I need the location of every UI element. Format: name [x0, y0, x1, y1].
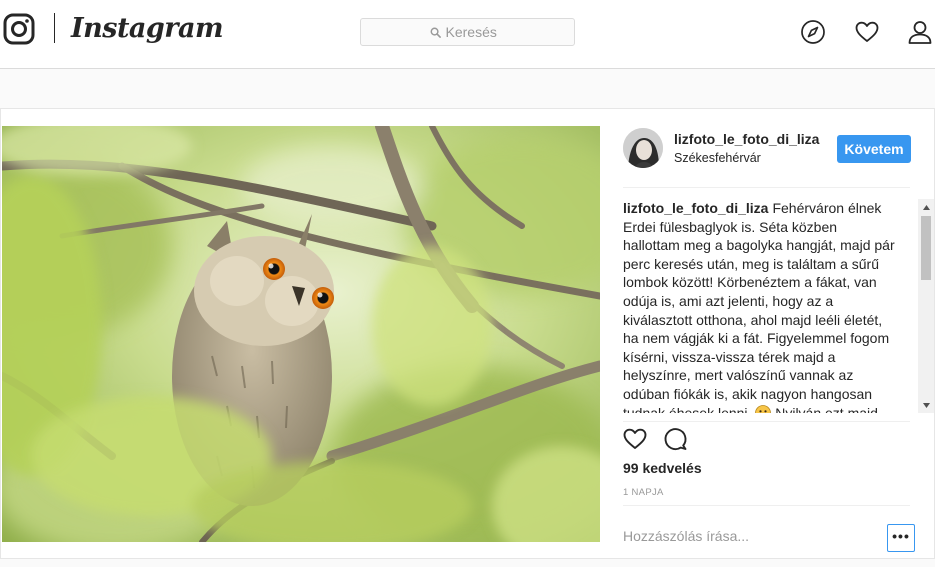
- actions-divider: [623, 421, 910, 422]
- brand-wordmark[interactable]: Instagram: [71, 12, 224, 46]
- top-nav: Instagram: [0, 0, 935, 69]
- likes-count[interactable]: 99 kedvelés: [623, 460, 702, 476]
- scroll-down-arrow-icon[interactable]: [918, 397, 934, 413]
- more-dots-icon: •••: [892, 527, 910, 544]
- instagram-logo-icon[interactable]: [3, 13, 35, 45]
- profile-icon[interactable]: [907, 19, 933, 45]
- comment-input[interactable]: [623, 524, 863, 550]
- post-photo-owl[interactable]: [2, 126, 600, 542]
- header-divider: [623, 187, 910, 188]
- comment-divider: [623, 505, 910, 506]
- caption-text: Fehérváron élnek Erdei fülesbaglyok is. …: [623, 200, 895, 413]
- comment-icon[interactable]: [662, 426, 688, 452]
- logo-divider: [54, 13, 55, 43]
- heart-icon[interactable]: [854, 19, 880, 45]
- search-box[interactable]: [360, 18, 575, 46]
- post-username[interactable]: lizfoto_le_foto_di_liza: [674, 131, 819, 147]
- post: lizfoto_le_foto_di_liza Székesfehérvár K…: [0, 108, 935, 559]
- avatar[interactable]: [623, 128, 663, 168]
- scrollbar-thumb[interactable]: [921, 216, 931, 280]
- caption: lizfoto_le_foto_di_liza Fehérváron élnek …: [623, 199, 895, 413]
- caption-scroll-area[interactable]: lizfoto_le_foto_di_liza Fehérváron élnek …: [623, 199, 910, 413]
- post-header: lizfoto_le_foto_di_liza Székesfehérvár K…: [600, 109, 935, 187]
- smile-emoji-icon: [755, 404, 772, 413]
- caption-username[interactable]: lizfoto_le_foto_di_liza: [623, 200, 768, 216]
- search-icon: [430, 27, 441, 38]
- caption-scrollbar[interactable]: [918, 199, 934, 413]
- post-sidebar: lizfoto_le_foto_di_liza Székesfehérvár K…: [600, 109, 935, 560]
- post-location[interactable]: Székesfehérvár: [674, 151, 761, 165]
- follow-button[interactable]: Követem: [837, 135, 911, 163]
- compass-icon[interactable]: [800, 19, 826, 45]
- scroll-up-arrow-icon[interactable]: [918, 199, 934, 215]
- more-options-button[interactable]: •••: [887, 524, 915, 552]
- like-heart-icon[interactable]: [622, 426, 648, 452]
- post-timestamp[interactable]: 1 NAPJA: [623, 487, 664, 498]
- comment-form: •••: [623, 514, 918, 560]
- search-input[interactable]: [445, 24, 506, 40]
- caption-text-continued: Nyilván ezt majd: [775, 404, 878, 413]
